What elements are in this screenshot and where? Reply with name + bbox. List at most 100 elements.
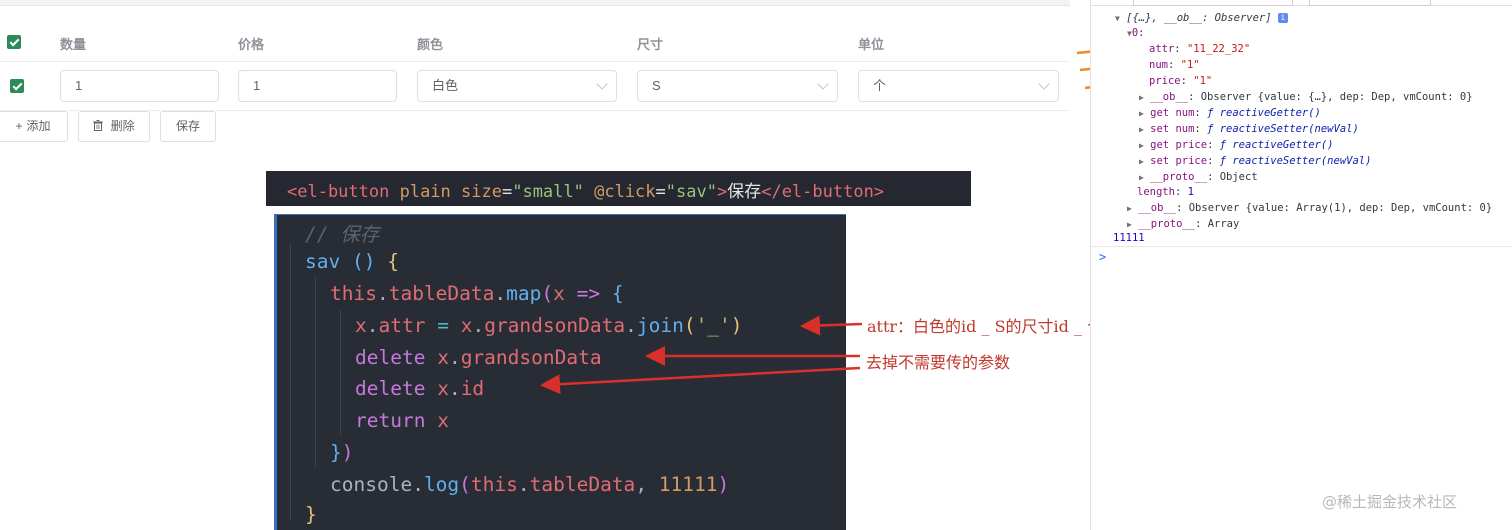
prop-value: "1" bbox=[1193, 75, 1213, 87]
console-prop-num: num: "1" bbox=[1149, 59, 1200, 71]
code-line-3: this.tableData.map(x => { bbox=[330, 282, 624, 305]
code-token: . bbox=[448, 346, 461, 369]
code-token: . bbox=[376, 282, 389, 305]
expand-triangle-icon[interactable]: ▶ bbox=[1139, 125, 1144, 134]
header-color: 颜色 bbox=[417, 37, 444, 52]
code-token: <el-button bbox=[287, 182, 390, 202]
price-input[interactable]: 1 bbox=[238, 70, 397, 102]
prop-value: ƒ reactiveSetter(newVal) bbox=[1219, 155, 1372, 167]
console-prop-attr: attr: "11_22_32" bbox=[1149, 43, 1251, 55]
console-array-proto[interactable]: ▶ __proto__: Array bbox=[1127, 217, 1239, 232]
prop-key: __proto__ bbox=[1150, 171, 1208, 183]
code-token: => bbox=[564, 282, 612, 305]
console-filter-input[interactable] bbox=[1133, 0, 1293, 6]
console-prop-set-num[interactable]: ▶ set num: ƒ reactiveSetter(newVal) bbox=[1139, 122, 1359, 137]
prop-value: 1 bbox=[1187, 186, 1194, 198]
expand-triangle-icon[interactable]: ▶ bbox=[1127, 220, 1132, 229]
prop-value: ƒ reactiveSetter(newVal) bbox=[1207, 123, 1359, 135]
console-prop-set-price[interactable]: ▶ set price: ƒ reactiveSetter(newVal) bbox=[1139, 154, 1371, 169]
prop-key: __ob__ bbox=[1138, 202, 1177, 214]
console-prop-get-price[interactable]: ▶ get price: ƒ reactiveGetter() bbox=[1139, 138, 1334, 153]
devtools-console: ▼ [{…}, __ob__: Observer] i ▼0: attr: "1… bbox=[1090, 0, 1512, 530]
code-line-9: console.log(this.tableData, 11111) bbox=[330, 473, 729, 496]
prop-key: set price bbox=[1150, 155, 1208, 167]
prop-value: "11_22_32" bbox=[1186, 43, 1251, 55]
code-token: > bbox=[716, 182, 728, 202]
code-line-5: delete x.grandsonData bbox=[355, 346, 602, 369]
code-token: ( bbox=[541, 282, 554, 305]
size-select[interactable]: S bbox=[637, 70, 838, 102]
top-bar bbox=[0, 0, 1070, 6]
prop-key: length bbox=[1137, 186, 1175, 198]
console-prop-get-num[interactable]: ▶ get num: ƒ reactiveGetter() bbox=[1139, 106, 1321, 121]
code-token: x bbox=[460, 314, 473, 337]
code-token: . bbox=[494, 282, 507, 305]
console-prop-price: price: "1" bbox=[1149, 75, 1213, 87]
code-token: this bbox=[330, 282, 377, 305]
header-price: 价格 bbox=[238, 37, 265, 52]
add-button-label: 添加 bbox=[26, 119, 51, 133]
code-line-7: return x bbox=[355, 409, 449, 432]
remove-params-annotation: 去掉不需要传的参数 bbox=[866, 353, 1011, 372]
expand-triangle-icon[interactable]: ▼ bbox=[1115, 14, 1120, 23]
unit-select[interactable]: 个 bbox=[858, 70, 1059, 102]
code-token: join bbox=[636, 314, 684, 337]
code-token: . bbox=[517, 473, 530, 496]
prop-value: ƒ reactiveGetter() bbox=[1219, 139, 1334, 151]
trash-icon bbox=[93, 119, 106, 133]
code-token: { bbox=[387, 250, 399, 273]
code-token: = bbox=[501, 182, 513, 202]
code-token: delete bbox=[355, 346, 426, 369]
code-token: tableData bbox=[529, 473, 636, 496]
prop-key: get num bbox=[1150, 107, 1195, 119]
save-button[interactable]: 保存 bbox=[160, 111, 216, 142]
index-key: 0: bbox=[1131, 27, 1145, 39]
expand-triangle-icon[interactable]: ▶ bbox=[1139, 157, 1144, 166]
header-quantity: 数量 bbox=[60, 37, 87, 52]
console-prop-ob[interactable]: ▶ __ob__: Observer {value: {…}, dep: Dep… bbox=[1139, 90, 1473, 105]
console-array-ob[interactable]: ▶ __ob__: Observer {value: Array(1), dep… bbox=[1127, 201, 1492, 216]
code-token: x bbox=[425, 409, 449, 432]
size-select-value: S bbox=[652, 78, 661, 93]
prop-key: __proto__ bbox=[1138, 218, 1196, 230]
code-token: delete bbox=[355, 377, 426, 400]
code-line-1: // 保存 bbox=[305, 218, 379, 247]
expand-triangle-icon[interactable]: ▶ bbox=[1139, 93, 1144, 102]
code-token: . bbox=[366, 314, 379, 337]
indent-guide bbox=[340, 310, 341, 435]
unit-select-value: 个 bbox=[873, 78, 887, 93]
expand-triangle-icon[interactable]: ▶ bbox=[1139, 141, 1144, 150]
code-token: id bbox=[460, 377, 485, 400]
code-token: = bbox=[655, 182, 666, 202]
console-prompt[interactable]: > bbox=[1099, 250, 1106, 264]
watermark: @稀土掘金技术社区 bbox=[1322, 493, 1458, 511]
code-token: . bbox=[448, 377, 461, 400]
code-token: } bbox=[305, 503, 317, 526]
code-token: ) bbox=[341, 441, 354, 464]
indent-guide bbox=[290, 243, 291, 521]
expand-triangle-icon[interactable]: ▶ bbox=[1139, 173, 1144, 182]
console-levels-select[interactable] bbox=[1309, 0, 1431, 6]
console-array-summary[interactable]: ▼ [{…}, __ob__: Observer] i bbox=[1115, 11, 1288, 26]
template-code-line: <el-button plain size="small" @click="sa… bbox=[287, 177, 884, 202]
add-button[interactable]: + 添加 bbox=[0, 111, 68, 142]
console-item-0[interactable]: ▼0: bbox=[1127, 26, 1144, 41]
color-select[interactable]: 白色 bbox=[417, 70, 617, 102]
console-prop-proto[interactable]: ▶ __proto__: Object bbox=[1139, 170, 1258, 185]
code-token: . bbox=[412, 473, 424, 496]
expand-triangle-icon[interactable]: ▶ bbox=[1127, 204, 1132, 213]
expand-triangle-icon[interactable]: ▶ bbox=[1139, 109, 1144, 118]
code-token: 保存 bbox=[727, 182, 762, 202]
quantity-input[interactable]: 1 bbox=[60, 70, 219, 102]
prop-value: : Observer {value: {…}, dep: Dep, vmCoun… bbox=[1188, 91, 1473, 103]
plus-icon: + bbox=[15, 119, 23, 133]
code-line-2: sav () { bbox=[305, 250, 399, 273]
delete-button[interactable]: 删除 bbox=[78, 111, 150, 142]
select-all-checkbox[interactable] bbox=[7, 35, 21, 49]
code-line-4: x.attr = x.grandsonData.join('_') bbox=[355, 314, 743, 337]
row-checkbox[interactable] bbox=[10, 79, 24, 93]
chevron-down-icon bbox=[817, 78, 829, 90]
console-logged-number: 11111 bbox=[1113, 231, 1145, 245]
info-icon: i bbox=[1277, 13, 1288, 23]
save-button-label: 保存 bbox=[175, 119, 200, 133]
